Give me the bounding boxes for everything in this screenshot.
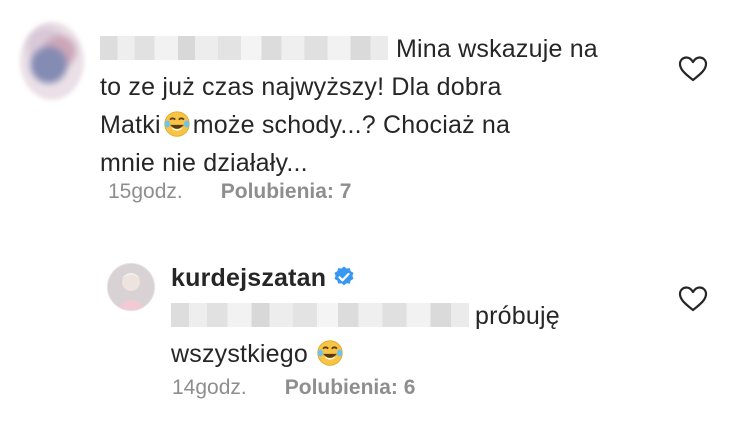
comment-text-line-5: mnie nie działały... [100, 149, 308, 177]
redacted-username [100, 36, 388, 60]
comment-text: kurdejszatan próbuję wszystkiego [171, 259, 671, 373]
heart-outline-icon[interactable] [678, 55, 708, 83]
timestamp[interactable]: 14godz. [172, 376, 247, 399]
redacted-text [171, 303, 469, 327]
comment-meta: 14godz. Polubienia: 6 [172, 376, 415, 400]
heart-outline-icon[interactable] [678, 285, 708, 313]
tears-of-joy-emoji-icon [317, 340, 343, 366]
tears-of-joy-emoji-icon [164, 111, 190, 137]
comment-text-line-2: to ze już czas najwyższy! Dla dobra [100, 73, 502, 101]
comment-text: Mina wskazuje na to ze już czas najwyższ… [100, 30, 660, 182]
avatar-photo-icon [108, 264, 154, 310]
comment-1: Mina wskazuje na to ze już czas najwyższ… [0, 0, 750, 230]
username[interactable]: kurdejszatan [171, 264, 326, 292]
comment-text-line-1: próbuję [475, 302, 560, 330]
comment-text-line-2: wszystkiego [171, 340, 308, 368]
comment-2: kurdejszatan próbuję wszystkiego 14godz.… [0, 245, 750, 432]
likes-count[interactable]: Polubienia: 7 [221, 180, 352, 203]
avatar[interactable] [20, 22, 84, 100]
likes-count[interactable]: Polubienia: 6 [285, 376, 416, 399]
timestamp[interactable]: 15godz. [108, 180, 183, 203]
comment-text-line-4: może schody...? Chociaż na [192, 111, 511, 139]
comment-meta: 15godz. Polubienia: 7 [108, 180, 351, 204]
comment-text-line-1: Mina wskazuje na [396, 35, 598, 63]
comment-text-line-3: Matki [100, 111, 161, 139]
avatar[interactable] [107, 263, 155, 311]
verified-badge-icon [334, 266, 354, 286]
